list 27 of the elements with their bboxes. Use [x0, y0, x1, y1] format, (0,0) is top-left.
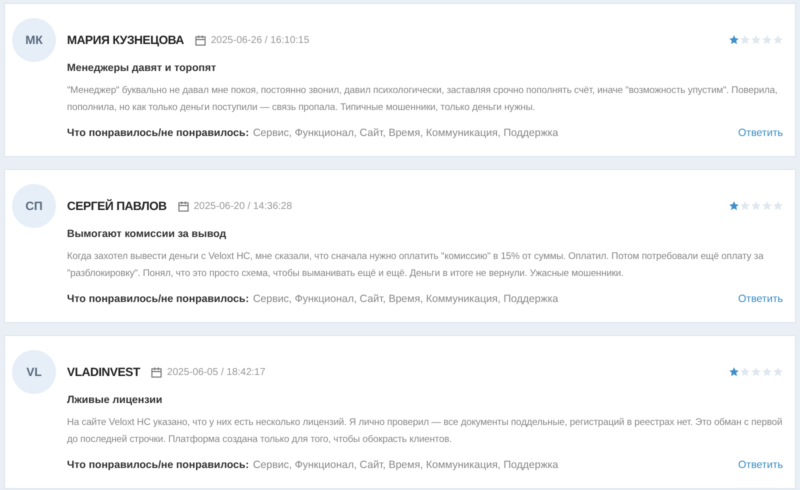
review-title: Вымогают комиссии за вывод — [67, 227, 228, 242]
avatar: СП — [12, 184, 56, 228]
reply-link[interactable]: Ответить — [738, 126, 783, 142]
avatar: МК — [12, 18, 56, 62]
reply-link[interactable]: Ответить — [738, 458, 783, 474]
avatar: VL — [12, 350, 56, 394]
review-text: "Менеджер" буквально не давал мне покоя, постоянно звонил, давил психологически, заставляя срочно пополнять счёт, иначе "возможность упустим". Поверила, пополнила, но как только деньги поступили — связь пропала. Типичные мошенники, только деньги нужны. — [67, 84, 778, 115]
likes-label: Что понравилось/не понравилось: — [67, 126, 249, 142]
author-name: МАРИЯ КУЗНЕЦОВА — [67, 32, 184, 49]
calendar-icon — [194, 34, 206, 46]
calendar-icon — [151, 366, 162, 378]
review-text: Когда захотел вывести деньги с Veloxt HC, мне сказали, что сначала нужно оплатить "комиссию" в 15% от суммы. Оплатил. Потом потребовали ещё оплату за "разблокировку". Понял, что это просто схема, чтобы выманивать ещё и ещё. Деньги в итоге не вернули. Ужасные мошенники. — [67, 250, 765, 281]
review-date: 2025-06-05 / 18:42:17 — [167, 366, 266, 380]
likes-label: Что понравилось/не понравилось: — [67, 292, 249, 308]
review-title: Лживые лицензии — [67, 393, 164, 408]
author-name: VLADINVEST — [67, 364, 140, 381]
likes-list: Сервис, Функционал, Сайт, Время, Коммуникация, Поддержка — [252, 126, 558, 142]
likes-list: Сервис, Функционал, Сайт, Время, Коммуникация, Поддержка — [252, 292, 558, 308]
review-date: 2025-06-20 / 14:36:28 — [194, 200, 292, 214]
review-title: Менеджеры давят и торопят — [67, 61, 218, 76]
reply-link[interactable]: Ответить — [738, 292, 783, 308]
calendar-icon — [178, 200, 189, 212]
author-name: СЕРГЕЙ ПАВЛОВ — [67, 198, 167, 215]
review-date: 2025-06-26 / 16:10:15 — [210, 34, 310, 48]
likes-list: Сервис, Функционал, Сайт, Время, Коммуникация, Поддержка — [252, 458, 558, 474]
likes-label: Что понравилось/не понравилось: — [67, 458, 249, 474]
review-text: На сайте Veloxt HC указано, что у них есть несколько лицензий. Я лично проверил — все документы поддельные, регистраций в реестрах нет. Это обман с первой до последней строчки. Платформа создана только для того, чтобы обокрасть клиентов. — [67, 416, 783, 447]
